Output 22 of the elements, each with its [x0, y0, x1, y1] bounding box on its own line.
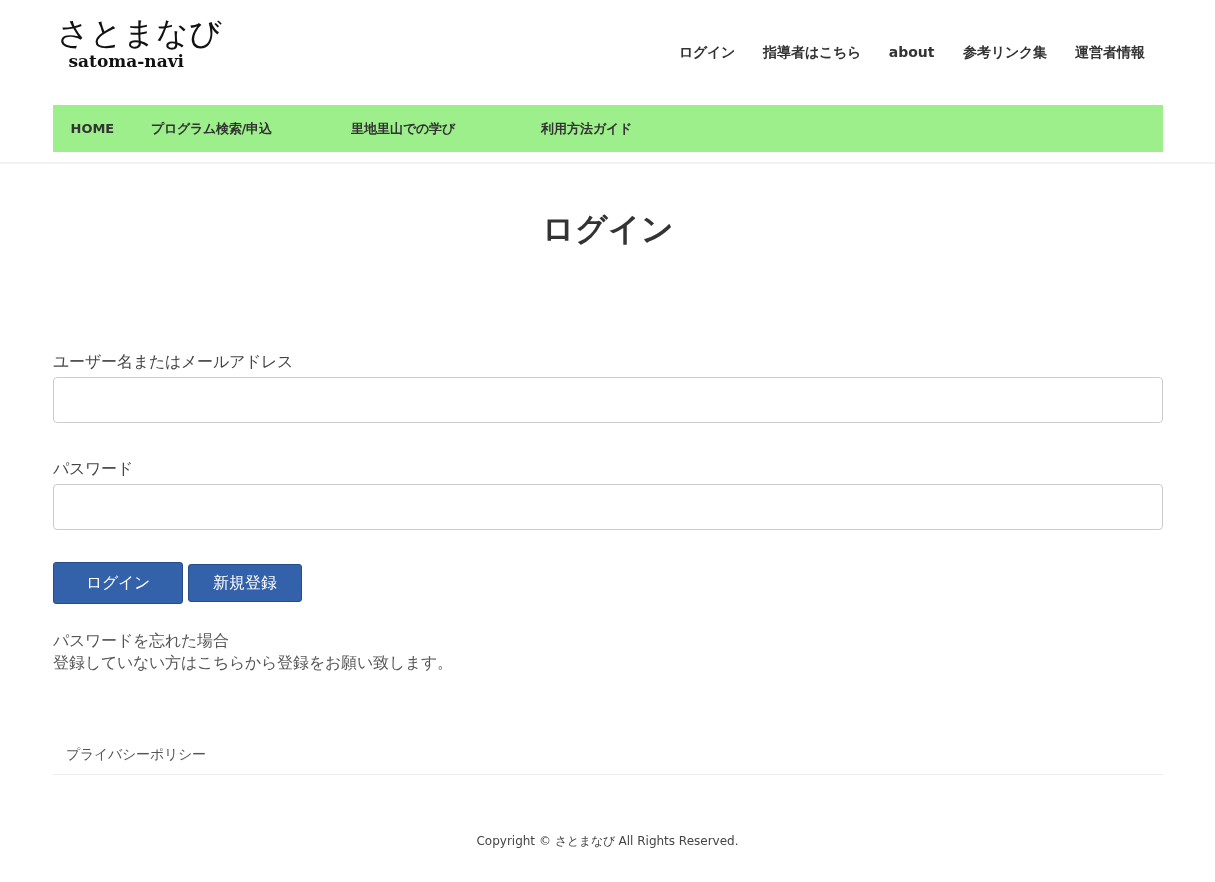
top-nav-link[interactable]: 指導者はこちら	[762, 44, 861, 62]
field-label: パスワード	[52, 459, 134, 480]
form-button[interactable]: 新規登録	[187, 564, 302, 602]
main-nav-link[interactable]: HOME	[70, 121, 151, 136]
top-nav-link[interactable]: about	[888, 44, 935, 62]
main-nav-link[interactable]: 里地里山での学び	[350, 119, 541, 138]
logo-subtitle: satoma-navi	[67, 52, 186, 70]
top-nav-link[interactable]: 参考リンク集	[962, 44, 1047, 62]
text-link[interactable]: パスワードを忘れた場合	[52, 630, 1163, 652]
field-label: ユーザー名またはメールアドレス	[52, 352, 294, 373]
input-field[interactable]	[52, 377, 1163, 423]
footer-link[interactable]: プライバシーポリシー	[65, 746, 206, 762]
input-field[interactable]	[52, 484, 1163, 530]
copyright-text: Copyright © さとまなび All Rights Reserved.	[475, 833, 740, 850]
main-nav-link[interactable]: 利用方法ガイド	[540, 119, 632, 138]
form-button[interactable]: ログイン	[52, 562, 183, 604]
text-link[interactable]: 登録していない方はこちらから登録をお願い致します。	[52, 652, 1163, 674]
top-nav-link[interactable]: ログイン	[678, 44, 735, 62]
logo-title[interactable]: さとまなび	[52, 14, 222, 52]
main-nav-link[interactable]: プログラム検索/申込	[150, 119, 351, 138]
page-title: ログイン	[540, 209, 675, 250]
top-nav-link[interactable]: 運営者情報	[1074, 44, 1145, 62]
